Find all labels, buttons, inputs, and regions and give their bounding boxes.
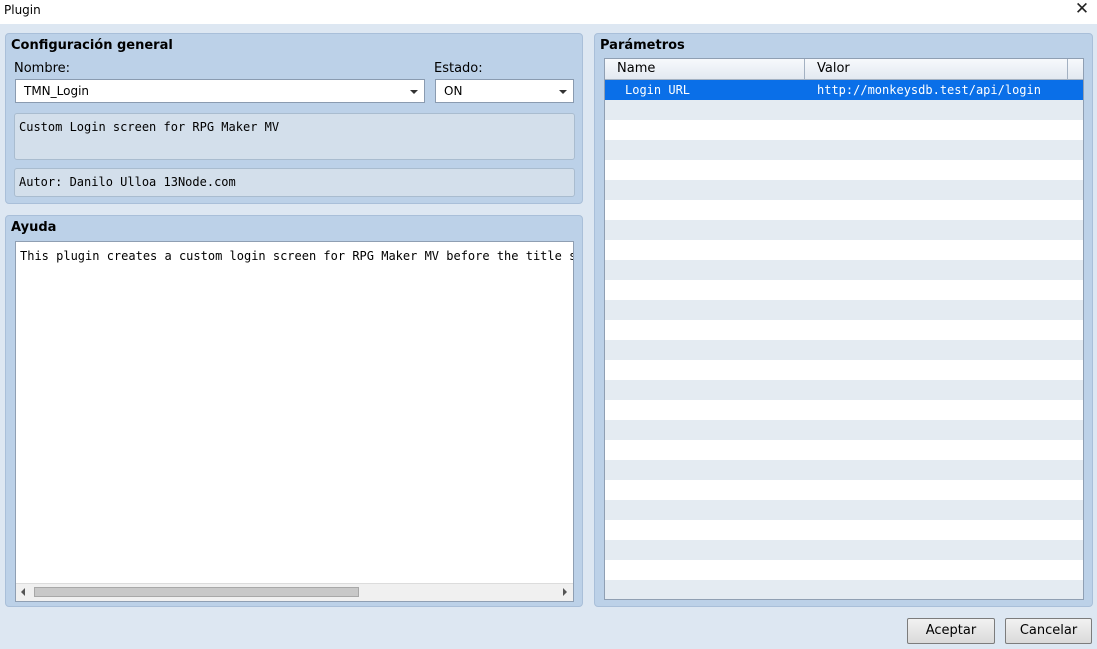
cancel-button[interactable]: Cancelar [1005, 618, 1092, 644]
close-icon[interactable]: ✕ [1067, 0, 1097, 20]
help-text: This plugin creates a custom login scree… [20, 249, 574, 263]
empty-row [605, 140, 1083, 160]
status-label: Estado: [434, 61, 483, 76]
title-bar: Plugin ✕ [0, 0, 1097, 24]
author-text: Autor: Danilo Ulloa 13Node.com [19, 175, 236, 189]
general-config-title: Configuración general [11, 38, 173, 53]
empty-row [605, 100, 1083, 120]
status-value: ON [444, 84, 463, 98]
general-config-panel: Configuración general Nombre: TMN_Login … [5, 33, 583, 204]
parameters-table[interactable]: Name Valor Login URL http://monkeysdb.tes… [604, 58, 1084, 600]
plugin-name-dropdown[interactable]: TMN_Login [15, 79, 425, 103]
description-field: Custom Login screen for RPG Maker MV [14, 113, 575, 160]
parameters-panel: Parámetros Name Valor Login URL http://mo… [594, 33, 1093, 607]
name-label: Nombre: [14, 61, 71, 76]
empty-row [605, 220, 1083, 240]
empty-row [605, 380, 1083, 400]
empty-row [605, 300, 1083, 320]
status-dropdown[interactable]: ON [435, 79, 574, 103]
parameters-title: Parámetros [600, 38, 685, 53]
help-panel: Ayuda This plugin creates a custom login… [5, 215, 583, 607]
empty-row [605, 340, 1083, 360]
help-textarea[interactable]: This plugin creates a custom login scree… [15, 241, 574, 602]
chevron-down-icon [410, 90, 418, 94]
window-title: Plugin [4, 3, 41, 17]
empty-row [605, 580, 1083, 599]
author-field: Autor: Danilo Ulloa 13Node.com [14, 168, 575, 197]
chevron-down-icon [559, 90, 567, 94]
empty-row [605, 500, 1083, 520]
scroll-right-icon[interactable] [557, 584, 573, 600]
scroll-left-icon[interactable] [16, 584, 32, 600]
empty-row [605, 260, 1083, 280]
param-value-cell: http://monkeysdb.test/api/login [817, 83, 1041, 97]
empty-row [605, 180, 1083, 200]
empty-row [605, 540, 1083, 560]
description-text: Custom Login screen for RPG Maker MV [19, 120, 280, 134]
scrollbar-thumb[interactable] [34, 587, 359, 597]
column-header-name[interactable]: Name [605, 59, 805, 79]
horizontal-scrollbar[interactable] [16, 583, 573, 601]
column-header-value[interactable]: Valor [805, 59, 1068, 79]
help-title: Ayuda [11, 220, 57, 235]
plugin-name-value: TMN_Login [24, 84, 90, 98]
empty-row [605, 420, 1083, 440]
table-header: Name Valor [605, 59, 1083, 80]
table-row[interactable]: Login URL http://monkeysdb.test/api/login [605, 80, 1083, 100]
param-name-cell: Login URL [625, 83, 691, 97]
accept-button[interactable]: Aceptar [907, 618, 995, 644]
empty-row [605, 460, 1083, 480]
